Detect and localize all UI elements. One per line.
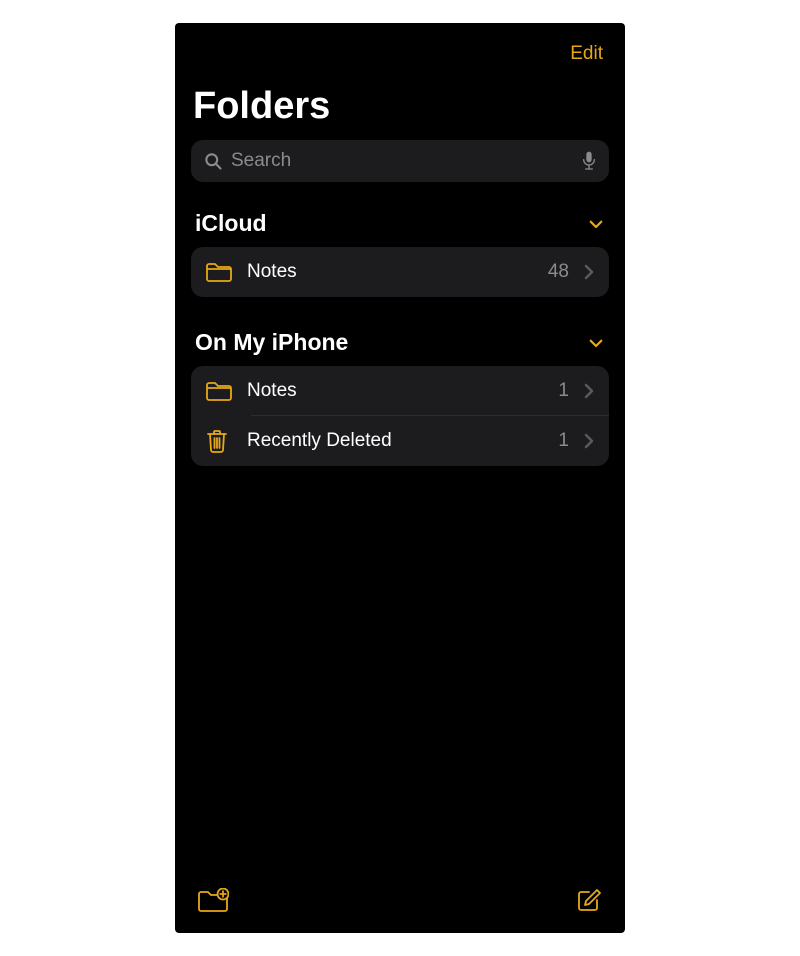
- section-header-icloud[interactable]: iCloud: [191, 210, 609, 247]
- search-input[interactable]: [231, 150, 573, 172]
- edit-button[interactable]: Edit: [564, 39, 609, 69]
- section-header-iphone[interactable]: On My iPhone: [191, 329, 609, 366]
- section-title: On My iPhone: [195, 329, 348, 356]
- folder-count: 1: [558, 430, 569, 452]
- folder-icon: [205, 261, 233, 283]
- folder-row-notes[interactable]: Notes 48: [191, 247, 609, 297]
- folder-list-icloud: Notes 48: [191, 247, 609, 297]
- chevron-right-icon: [583, 263, 595, 281]
- chevron-right-icon: [583, 382, 595, 400]
- folder-icon: [205, 380, 233, 402]
- folder-count: 1: [558, 380, 569, 402]
- folder-list-iphone: Notes 1 Recently Deleted 1: [191, 366, 609, 466]
- top-bar: Edit: [191, 23, 609, 71]
- folder-row-notes[interactable]: Notes 1: [191, 366, 609, 416]
- section-title: iCloud: [195, 210, 267, 237]
- search-bar[interactable]: [191, 140, 609, 182]
- search-icon: [203, 151, 223, 171]
- folder-label: Recently Deleted: [247, 430, 544, 452]
- folder-label: Notes: [247, 380, 544, 402]
- folder-row-recently-deleted[interactable]: Recently Deleted 1: [191, 416, 609, 466]
- chevron-down-icon: [587, 334, 605, 352]
- folder-label: Notes: [247, 261, 534, 283]
- chevron-right-icon: [583, 432, 595, 450]
- dictate-icon[interactable]: [581, 150, 597, 172]
- chevron-down-icon: [587, 215, 605, 233]
- compose-button[interactable]: [575, 887, 603, 915]
- new-folder-button[interactable]: [197, 888, 229, 914]
- folder-count: 48: [548, 261, 569, 283]
- page-title: Folders: [193, 85, 607, 128]
- app-screen: Edit Folders iCloud Notes 48 On: [175, 23, 625, 933]
- trash-icon: [205, 428, 233, 454]
- bottom-toolbar: [175, 875, 625, 933]
